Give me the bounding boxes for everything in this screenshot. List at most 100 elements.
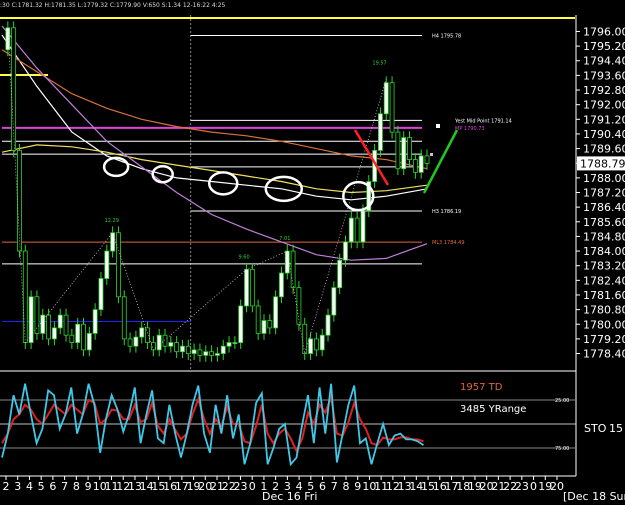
candle-body <box>412 159 418 173</box>
level-label: H4 1795.78 <box>432 33 461 39</box>
candle-body <box>11 27 17 151</box>
swing-annotation: 19.57 <box>372 60 386 66</box>
y-tick-label: 1794.40 <box>583 55 625 68</box>
candle-body <box>308 338 313 354</box>
candle-body <box>168 342 174 347</box>
candle-body <box>203 351 209 356</box>
swing-annotation: 9.60 <box>239 254 250 260</box>
x-tick-label: 9 <box>85 480 92 493</box>
y-tick-label: 1779.20 <box>583 333 625 346</box>
y-tick-label: 1795.20 <box>583 40 625 53</box>
candle-body <box>75 323 81 343</box>
candle-body <box>261 320 267 334</box>
y-tick-label: 1780.00 <box>583 318 625 331</box>
candle-body <box>337 259 343 289</box>
candle-body <box>226 342 232 347</box>
candle-body <box>69 334 75 343</box>
candle-body <box>424 155 430 164</box>
y-tick-label: 1784.80 <box>583 230 625 243</box>
y-tick-label: 1778.40 <box>583 348 625 361</box>
x-tick-label: 0 <box>530 480 537 493</box>
x-tick-label: 23 <box>515 480 529 493</box>
y-tick-label: 1792.00 <box>583 99 625 112</box>
candle-body <box>17 150 22 252</box>
candle-body <box>57 314 63 329</box>
candle-body <box>150 342 156 351</box>
x-tick-label: 7 <box>331 480 338 493</box>
candle-body <box>86 333 92 351</box>
level-label: MP 1790.73 <box>455 126 485 132</box>
candle-body <box>174 342 180 353</box>
candle-body <box>383 82 389 115</box>
last-price-label: 1788.79 <box>580 157 625 170</box>
candle-body <box>110 232 116 252</box>
sto-legend-yrange: 3485 YRange <box>460 404 526 415</box>
candle-body <box>209 351 214 356</box>
candle-body <box>220 345 226 354</box>
date-label: Dec 16 Fri <box>262 490 317 503</box>
y-tick-label: 1789.60 <box>583 143 625 156</box>
y-tick-label: 1787.20 <box>583 187 625 200</box>
sto-axis-label: STO <box>584 422 607 435</box>
sto-legend-td: 1957 TD <box>460 382 503 393</box>
candle-body <box>22 250 28 343</box>
candle-body <box>348 217 354 243</box>
swing-annotation: 7.01 <box>279 236 290 242</box>
x-tick-label: 9 <box>354 480 361 493</box>
candle-body <box>104 250 110 279</box>
y-tick-label: 1791.20 <box>583 113 625 126</box>
candle-body <box>389 82 395 133</box>
x-tick-label: 5 <box>38 480 45 493</box>
candle-body <box>46 314 51 340</box>
header-ohlc: :30 C:1781.32 H:1781.35 L:1779.32 C:1779… <box>0 2 226 9</box>
candle-body <box>313 338 319 351</box>
x-tick-label: 6 <box>49 480 56 493</box>
candle-body <box>156 334 162 351</box>
candle-body <box>116 232 121 298</box>
candle-body <box>249 268 255 307</box>
y-tick-label: 1790.40 <box>583 128 625 141</box>
y-tick-label: 1793.60 <box>583 69 625 82</box>
candle-body <box>133 336 139 347</box>
candle-body <box>325 314 331 336</box>
candle-body <box>267 320 273 329</box>
y-tick-label: 1784.00 <box>583 245 625 258</box>
sto-level-label: 75.00 <box>555 446 569 452</box>
y-tick-label: 1781.60 <box>583 289 625 302</box>
level-label: H3 1786.19 <box>432 209 461 215</box>
x-tick-label: 4 <box>26 480 33 493</box>
x-tick-label: 3 <box>14 480 21 493</box>
candle-body <box>343 241 348 261</box>
candle-body <box>354 217 360 243</box>
x-tick-label: 20 <box>550 480 564 493</box>
y-tick-label: 1796.00 <box>583 25 625 38</box>
candle-body <box>232 342 238 344</box>
candle-body <box>121 296 127 340</box>
y-tick-label: 1780.80 <box>583 304 625 317</box>
y-tick-label: 1788.00 <box>583 172 625 185</box>
candle-body <box>215 353 220 356</box>
candle-body <box>81 323 86 351</box>
candle-body <box>185 345 191 354</box>
y-tick-label: 1792.80 <box>583 84 625 97</box>
candle-body <box>279 272 284 298</box>
candle-body <box>139 327 145 338</box>
candle-body <box>319 334 325 351</box>
candle-body <box>407 137 412 160</box>
candle-body <box>98 278 104 311</box>
candle-body <box>360 210 366 243</box>
level-label: ML3 1784.49 <box>432 240 465 246</box>
candle-body <box>127 338 133 347</box>
candle-body <box>63 314 69 336</box>
x-tick-label: 8 <box>342 480 349 493</box>
marker-square <box>436 124 440 128</box>
candle-body <box>40 314 46 334</box>
candle-body <box>180 345 185 353</box>
candle-body <box>395 131 401 170</box>
candle-body <box>162 334 168 347</box>
candle-body <box>418 155 424 173</box>
level-label: Yest Mid Point 1791.14 <box>454 118 512 124</box>
candle-body <box>197 349 203 356</box>
candle-body <box>255 305 261 334</box>
candle-body <box>331 287 337 316</box>
